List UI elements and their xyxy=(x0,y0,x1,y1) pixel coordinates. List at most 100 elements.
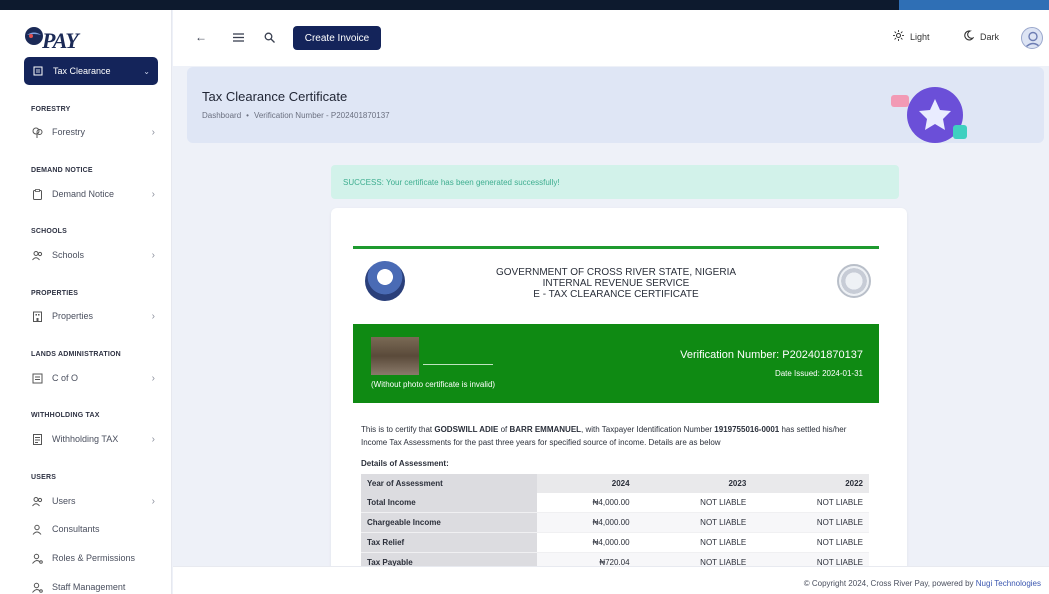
section-title-demand-notice: DEMAND NOTICE xyxy=(31,167,93,174)
sidebar-item-label: Schools xyxy=(52,250,85,260)
search-icon[interactable] xyxy=(259,27,279,47)
sun-icon xyxy=(893,30,904,43)
column-header: 2024 xyxy=(537,474,636,493)
sidebar-item-staff-management[interactable]: Staff Management xyxy=(31,579,155,594)
document-icon xyxy=(31,433,43,445)
users-icon xyxy=(31,249,43,261)
sidebar-item-demand-notice[interactable]: Demand Notice › xyxy=(31,186,155,202)
create-invoice-button[interactable]: Create Invoice xyxy=(293,26,381,50)
sidebar-item-forestry[interactable]: Forestry › xyxy=(31,124,155,140)
table-cell: NOT LIABLE xyxy=(752,493,869,513)
top-strip xyxy=(0,0,1049,10)
theme-dark-toggle[interactable]: Dark xyxy=(963,30,999,43)
sidebar-item-users[interactable]: Users › xyxy=(31,493,155,509)
footer: © Copyright 2024, Cross River Pay, power… xyxy=(173,566,1049,594)
clipboard-icon xyxy=(31,188,43,200)
column-header: 2023 xyxy=(635,474,753,493)
sidebar-item-properties[interactable]: Properties › xyxy=(31,308,155,324)
taxpayer-photo xyxy=(371,337,419,375)
gov-line-2: INTERNAL REVENUE SERVICE xyxy=(542,278,690,289)
sidebar-item-tax-clearance[interactable]: Tax Clearance ⌄ xyxy=(24,57,158,85)
sidebar-item-label: Properties xyxy=(52,311,94,321)
page-title: Tax Clearance Certificate xyxy=(202,89,348,104)
sidebar-item-label: Roles & Permissions xyxy=(52,553,136,563)
section-title-forestry: FORESTRY xyxy=(31,106,71,113)
section-title-schools: SCHOOLS xyxy=(31,228,68,235)
table-cell: ₦4,000.00 xyxy=(537,493,636,513)
chevron-right-icon: › xyxy=(151,372,155,384)
organization-name: BARR EMMANUEL xyxy=(509,425,582,434)
moon-icon xyxy=(963,30,975,43)
back-arrow-icon[interactable]: ← xyxy=(191,27,211,47)
logo-text: PAY xyxy=(42,28,79,53)
app-logo[interactable]: PAY xyxy=(22,22,82,54)
user-icon xyxy=(31,523,43,535)
star-illustration-icon xyxy=(887,79,987,143)
table-row: Tax Relief ₦4,000.00 NOT LIABLE NOT LIAB… xyxy=(361,532,869,553)
assessment-table: Year of Assessment 2024 2023 2022 Total … xyxy=(361,474,869,566)
taxpayer-name: GODSWILL ADIE xyxy=(434,425,499,434)
table-cell: NOT LIABLE xyxy=(635,552,753,566)
success-alert: SUCCESS: Your certificate has been gener… xyxy=(331,165,899,199)
top-header: ← Create Invoice Light Dark xyxy=(173,10,1049,66)
statement-tin-text: , with Taxpayer Identification Number xyxy=(581,425,715,434)
theme-light-label: Light xyxy=(910,31,930,42)
chevron-right-icon: › xyxy=(151,188,155,200)
chevron-down-icon: ⌄ xyxy=(143,66,150,76)
user-key-icon xyxy=(31,552,43,564)
table-cell: NOT LIABLE xyxy=(752,512,869,533)
column-header: Year of Assessment xyxy=(361,474,538,493)
sidebar-item-label: Consultants xyxy=(52,524,100,534)
photo-note: (Without photo certificate is invalid) xyxy=(371,380,496,389)
theme-light-toggle[interactable]: Light xyxy=(893,30,930,43)
menu-icon[interactable] xyxy=(228,27,248,47)
details-title: Details of Assessment: xyxy=(361,459,449,468)
table-cell: NOT LIABLE xyxy=(635,532,753,553)
user-avatar[interactable] xyxy=(1021,27,1043,49)
statement-of: of xyxy=(498,425,510,434)
table-header-row: Year of Assessment 2024 2023 2022 xyxy=(361,474,869,493)
sidebar-item-roles-permissions[interactable]: Roles & Permissions xyxy=(31,550,155,566)
table-cell: NOT LIABLE xyxy=(635,512,753,533)
user-key-icon xyxy=(31,581,43,593)
table-cell: NOT LIABLE xyxy=(752,552,869,566)
table-cell: Total Income xyxy=(361,493,538,513)
tree-icon xyxy=(31,126,43,138)
breadcrumb-current: Verification Number - P202401870137 xyxy=(253,111,390,120)
verification-band: (Without photo certificate is invalid) V… xyxy=(353,324,879,403)
sidebar-item-label: Staff Management xyxy=(52,582,126,592)
certificate: GOVERNMENT OF CROSS RIVER STATE, NIGERIA… xyxy=(353,246,879,566)
government-title: GOVERNMENT OF CROSS RIVER STATE, NIGERIA… xyxy=(353,267,879,300)
table-cell: NOT LIABLE xyxy=(752,532,869,553)
sidebar-item-withholding-tax[interactable]: Withholding TAX › xyxy=(31,431,155,447)
sidebar-item-schools[interactable]: Schools › xyxy=(31,247,155,263)
section-title-lands-administration: LANDS ADMINISTRATION xyxy=(31,351,121,358)
statement-prefix: This is to certify that xyxy=(361,425,435,434)
breadcrumb: Dashboard • Verification Number - P20240… xyxy=(202,111,390,120)
receipt-icon xyxy=(31,372,43,384)
sidebar-item-label: Tax Clearance xyxy=(53,66,111,76)
gov-line-1: GOVERNMENT OF CROSS RIVER STATE, NIGERIA xyxy=(495,267,737,278)
breadcrumb-dashboard[interactable]: Dashboard xyxy=(202,111,241,120)
chevron-right-icon: › xyxy=(151,310,155,322)
sidebar-item-c-of-o[interactable]: C of O › xyxy=(31,370,155,386)
copyright-text: © Copyright 2024, Cross River Pay, power… xyxy=(803,579,976,588)
sidebar-item-consultants[interactable]: Consultants xyxy=(31,521,155,537)
sidebar-item-label: Forestry xyxy=(52,127,86,137)
table-cell: Chargeable Income xyxy=(361,512,538,533)
sidebar-item-label: Users xyxy=(52,496,76,506)
sidebar-item-label: C of O xyxy=(52,373,79,383)
certificate-statement: This is to certify that GODSWILL ADIE of… xyxy=(353,403,879,449)
page-header-card: Tax Clearance Certificate Dashboard • Ve… xyxy=(187,67,1044,143)
user-avatar-icon xyxy=(1024,31,1042,48)
table-cell: NOT LIABLE xyxy=(635,493,753,513)
table-row: Total Income ₦4,000.00 NOT LIABLE NOT LI… xyxy=(361,493,869,513)
table-row: Tax Payable ₦720.04 NOT LIABLE NOT LIABL… xyxy=(361,552,869,566)
certificate-card: GOVERNMENT OF CROSS RIVER STATE, NIGERIA… xyxy=(331,208,907,566)
irs-seal-icon xyxy=(837,264,871,298)
footer-link-nugi[interactable]: Nugi Technologies xyxy=(976,579,1041,588)
main-content: SUCCESS: Your certificate has been gener… xyxy=(173,150,1049,566)
chevron-right-icon: › xyxy=(151,126,155,138)
footer-copyright: © Copyright 2024, Cross River Pay, power… xyxy=(804,579,1041,588)
sidebar: PAY Tax Clearance ⌄ FORESTRY Forestry › … xyxy=(0,10,172,594)
